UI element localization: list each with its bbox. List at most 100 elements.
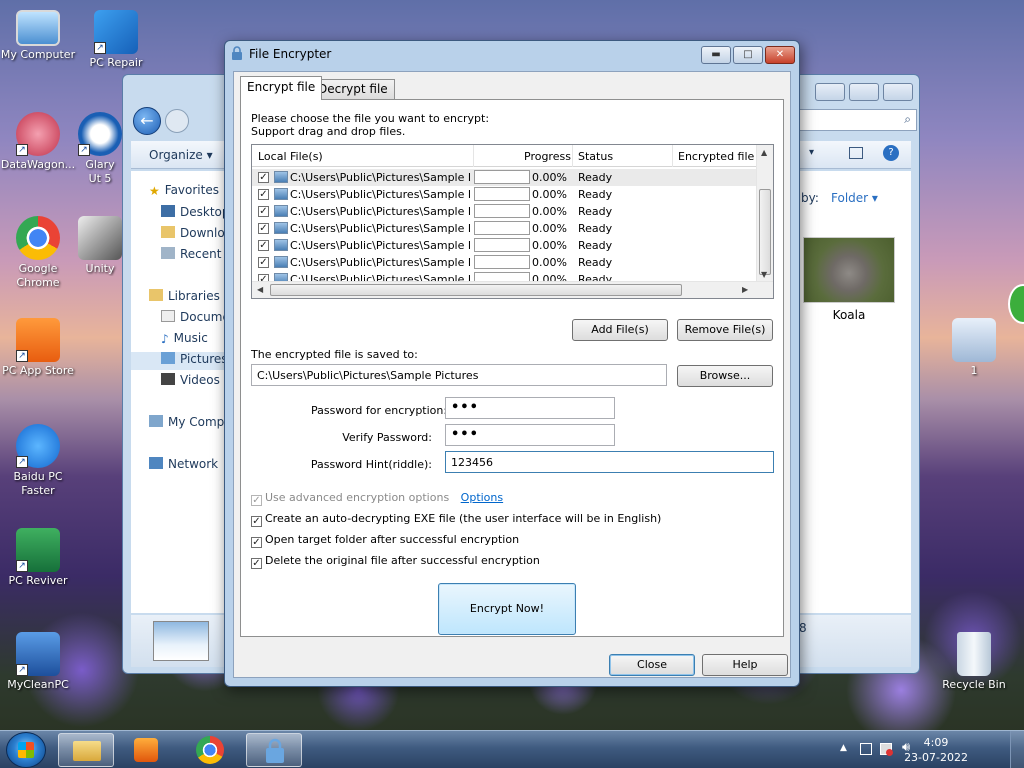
nav-documents[interactable]: Docume — [161, 310, 230, 324]
scroll-left-icon[interactable]: ◀ — [257, 285, 263, 294]
help-icon[interactable]: ? — [883, 145, 899, 161]
dialog-titlebar[interactable]: File Encrypter ▬ □ ✕ — [225, 41, 799, 67]
password-label: Password for encryption: — [311, 404, 448, 417]
advanced-options-checkbox[interactable]: ✓ — [251, 495, 262, 506]
desktop-icon-recycle-bin[interactable]: Recycle Bin — [936, 632, 1012, 692]
close-button[interactable]: Close — [609, 654, 695, 676]
row-checkbox[interactable]: ✓ — [258, 223, 269, 234]
taskbar-chrome[interactable] — [182, 733, 238, 767]
remove-files-button[interactable]: Remove File(s) — [677, 319, 773, 341]
dialog-client-area: Encrypt file Decrypt file Please choose … — [233, 71, 791, 678]
save-location-field[interactable]: C:\Users\Public\Pictures\Sample Pictures — [251, 364, 667, 386]
view-dropdown-icon[interactable]: ▾ — [809, 147, 814, 158]
back-arrow-icon[interactable]: ← — [133, 107, 161, 135]
table-row[interactable]: ✓ C:\Users\Public\Pictures\Sample Pi... … — [252, 220, 756, 237]
scroll-up-icon[interactable]: ▲ — [761, 148, 767, 157]
open-folder-row[interactable]: ✓ Open target folder after successful enc… — [251, 533, 519, 548]
file-list[interactable]: Local File(s) Progress Status Encrypted … — [251, 144, 774, 299]
nav-computer[interactable]: My Comp — [149, 415, 224, 429]
desktop-icon-baidu[interactable]: ↗ Baidu PC Faster — [0, 424, 76, 498]
show-hidden-icons-icon[interactable]: ▲ — [840, 743, 847, 753]
row-checkbox[interactable]: ✓ — [258, 206, 269, 217]
nav-pictures[interactable]: Pictures — [131, 352, 231, 370]
forward-arrow-icon[interactable] — [165, 109, 189, 133]
auto-decrypt-exe-row[interactable]: ✓ Create an auto-decrypting EXE file (the… — [251, 512, 661, 527]
add-files-button[interactable]: Add File(s) — [572, 319, 668, 341]
scroll-down-icon[interactable]: ▼ — [761, 270, 767, 279]
column-header-status[interactable]: Status — [578, 150, 613, 163]
nav-recent[interactable]: Recent P — [161, 247, 233, 261]
column-header-encrypted-file[interactable]: Encrypted file — [678, 150, 754, 163]
verify-password-field[interactable]: ••• — [445, 424, 615, 446]
clock[interactable]: 4:09 23-07-2022 — [904, 735, 968, 765]
desktop-icon-pc-reviver[interactable]: ↗ PC Reviver — [0, 528, 76, 588]
libraries-icon — [149, 289, 163, 301]
taskbar-file-encrypter[interactable] — [246, 733, 302, 767]
help-button[interactable]: Help — [702, 654, 788, 676]
vertical-scroll-thumb[interactable] — [759, 189, 771, 275]
nav-network[interactable]: Network — [149, 457, 218, 471]
show-desktop-button[interactable] — [1010, 731, 1024, 768]
horizontal-scroll-thumb[interactable] — [270, 284, 682, 296]
maximize-button[interactable]: □ — [733, 46, 763, 64]
nav-libraries[interactable]: Libraries — [149, 289, 220, 303]
delete-original-checkbox[interactable]: ✓ — [251, 558, 262, 569]
table-row[interactable]: ✓ C:\Users\Public\Pictures\Sample Pi... … — [252, 237, 756, 254]
auto-decrypt-exe-checkbox[interactable]: ✓ — [251, 516, 262, 527]
options-link[interactable]: Options — [461, 491, 503, 504]
table-row[interactable]: ✓ C:\Users\Public\Pictures\Sample Pi... … — [252, 186, 756, 203]
close-window-button[interactable]: ✕ — [765, 46, 795, 64]
nav-downloads[interactable]: Downlo — [161, 226, 225, 240]
arrange-by-dropdown[interactable]: Folder ▾ — [831, 191, 878, 205]
explorer-maximize-button[interactable] — [849, 83, 879, 101]
nav-videos[interactable]: Videos — [161, 373, 220, 387]
table-row[interactable]: ✓ C:\Users\Public\Pictures\Sample Pi... … — [252, 169, 756, 186]
start-button[interactable] — [6, 732, 46, 768]
column-header-progress[interactable]: Progress — [524, 150, 571, 163]
table-row[interactable]: ✓ C:\Users\Public\Pictures\Sample Pi... … — [252, 254, 756, 271]
browse-button[interactable]: Browse... — [677, 365, 773, 387]
desktop-icon-unity[interactable]: Unity — [78, 216, 122, 276]
minimize-button[interactable]: ▬ — [701, 46, 731, 64]
desktop-icon-glary[interactable]: ↗ Glary Ut 5 — [78, 112, 122, 186]
encrypt-now-button[interactable]: Encrypt Now! — [438, 583, 576, 635]
desktop-icon-pc-repair[interactable]: ↗ PC Repair — [78, 10, 154, 70]
desktop-icon-label: 1 — [970, 364, 978, 377]
scroll-right-icon[interactable]: ▶ — [742, 285, 748, 294]
file-list-horizontal-scrollbar[interactable]: ◀ ▶ — [252, 281, 773, 298]
desktop-icon-my-computer[interactable]: My Computer — [0, 10, 76, 62]
nav-favorites[interactable]: ★ Favorites — [149, 183, 219, 198]
desktop-icon-mycleanpc[interactable]: ↗ MyCleanPC — [0, 632, 76, 692]
row-checkbox[interactable]: ✓ — [258, 257, 269, 268]
table-row[interactable]: ✓ C:\Users\Public\Pictures\Sample Pi... … — [252, 203, 756, 220]
file-list-vertical-scrollbar[interactable]: ▲ ▼ — [756, 145, 773, 282]
taskbar-explorer[interactable] — [58, 733, 114, 767]
row-checkbox[interactable]: ✓ — [258, 172, 269, 183]
desktop-icon-1[interactable]: 1 — [936, 318, 1012, 378]
image-file-icon — [274, 256, 288, 268]
dialog-title: File Encrypter — [249, 47, 332, 61]
koala-thumbnail[interactable] — [803, 237, 895, 303]
tab-decrypt-file[interactable]: Decrypt file — [311, 79, 395, 99]
open-folder-checkbox[interactable]: ✓ — [251, 537, 262, 548]
nav-music[interactable]: ♪ Music — [161, 331, 208, 346]
desktop-icon-google-chrome[interactable]: Google Chrome — [0, 216, 76, 290]
network-status-icon[interactable] — [880, 743, 893, 756]
password-field[interactable]: ••• — [445, 397, 615, 419]
nav-desktop[interactable]: Desktop — [161, 205, 230, 219]
delete-original-row[interactable]: ✓ Delete the original file after successf… — [251, 554, 540, 569]
action-center-icon[interactable] — [860, 743, 872, 755]
desktop-icon-datawagon[interactable]: ↗ DataWagon... — [0, 112, 76, 172]
organize-menu[interactable]: Organize ▾ — [149, 148, 213, 162]
desktop-icon-pc-app-store[interactable]: ↗ PC App Store — [0, 318, 76, 378]
explorer-close-button[interactable] — [883, 83, 913, 101]
row-checkbox[interactable]: ✓ — [258, 240, 269, 251]
taskbar-media-player[interactable] — [118, 733, 174, 767]
row-checkbox[interactable]: ✓ — [258, 189, 269, 200]
tab-encrypt-file[interactable]: Encrypt file — [240, 76, 323, 100]
password-hint-field[interactable]: 123456 — [445, 451, 774, 473]
explorer-minimize-button[interactable] — [815, 83, 845, 101]
preview-pane-icon[interactable] — [849, 147, 863, 159]
row-path: C:\Users\Public\Pictures\Sample Pi... — [290, 239, 470, 252]
column-header-local-files[interactable]: Local File(s) — [258, 150, 323, 163]
